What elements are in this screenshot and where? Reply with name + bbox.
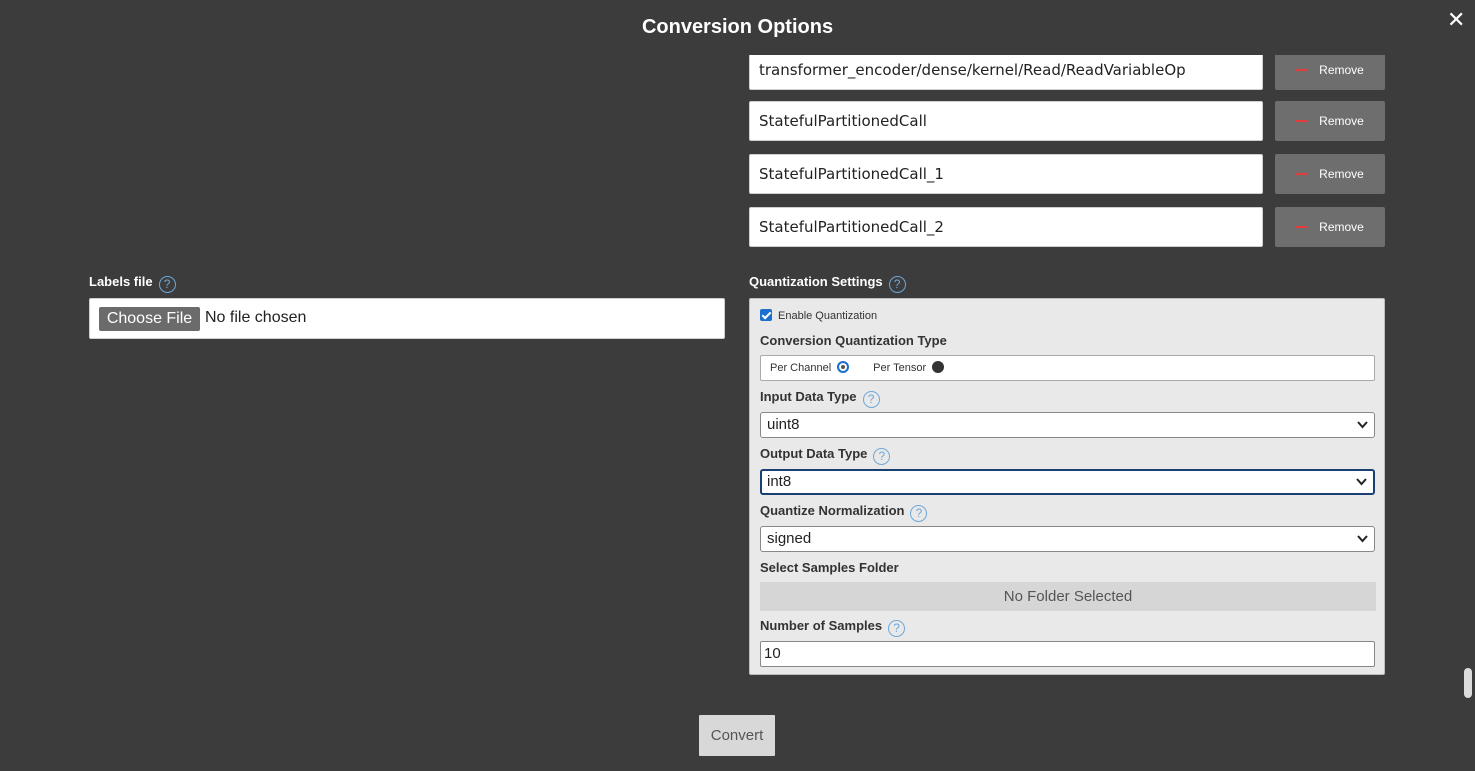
input-data-type-label: Input Data Type <box>760 389 857 404</box>
help-icon[interactable]: ? <box>873 448 891 465</box>
chevron-down-icon <box>1357 413 1368 437</box>
labels-file-input[interactable]: Choose File No file chosen <box>89 298 725 339</box>
remove-button[interactable]: Remove <box>1275 101 1385 141</box>
labels-file-label: Labels file <box>89 274 153 289</box>
quantization-settings-heading: Quantization Settings? <box>749 274 906 293</box>
help-icon[interactable]: ? <box>910 505 928 522</box>
quantization-type-label: Conversion Quantization Type <box>760 333 947 348</box>
conversion-options-dialog: Conversion Options ✕ transformer_encoder… <box>0 0 1475 771</box>
normalization-label: Quantize Normalization <box>760 503 905 518</box>
input-data-type-heading: Input Data Type? <box>760 389 880 408</box>
output-node-input[interactable]: StatefulPartitionedCall_2 <box>749 207 1263 247</box>
samples-folder-label: Select Samples Folder <box>760 560 899 575</box>
quantization-settings-label: Quantization Settings <box>749 274 883 289</box>
remove-button[interactable]: Remove <box>1275 154 1385 194</box>
input-data-type-value: uint8 <box>767 416 800 433</box>
output-data-type-label: Output Data Type <box>760 446 868 461</box>
convert-button[interactable]: Convert <box>699 715 775 756</box>
minus-icon <box>1296 68 1308 71</box>
remove-button-label: Remove <box>1319 63 1364 77</box>
remove-button[interactable]: Remove <box>1275 55 1385 90</box>
chevron-down-icon <box>1357 527 1368 551</box>
output-node-row: StatefulPartitionedCall Remove <box>749 101 1385 141</box>
minus-icon <box>1296 119 1308 122</box>
enable-quantization-checkbox[interactable] <box>760 309 772 321</box>
output-node-row: StatefulPartitionedCall_2 Remove <box>749 207 1385 247</box>
output-node-input[interactable]: StatefulPartitionedCall_1 <box>749 154 1263 194</box>
remove-button-label: Remove <box>1319 167 1364 181</box>
scrollbar-thumb[interactable] <box>1464 668 1472 698</box>
output-nodes-list: transformer_encoder/dense/kernel/Read/Re… <box>0 55 1475 255</box>
chevron-down-icon <box>1356 471 1367 493</box>
help-icon[interactable]: ? <box>862 391 880 408</box>
num-samples-input[interactable]: 10 <box>760 641 1375 667</box>
dialog-title: Conversion Options <box>641 16 834 38</box>
output-data-type-select[interactable]: int8 <box>760 469 1375 495</box>
remove-button-label: Remove <box>1319 114 1364 128</box>
output-node-input[interactable]: transformer_encoder/dense/kernel/Read/Re… <box>749 55 1263 90</box>
per-channel-label: Per Channel <box>770 362 832 374</box>
num-samples-heading: Number of Samples? <box>760 618 906 637</box>
per-tensor-label: Per Tensor <box>873 362 927 374</box>
quantization-settings-panel: Enable Quantization Conversion Quantizat… <box>749 298 1385 675</box>
minus-icon <box>1296 225 1308 228</box>
file-status: No file chosen <box>205 309 307 326</box>
help-icon[interactable]: ? <box>888 276 906 293</box>
quantization-type-group: Per Channel Per Tensor <box>760 355 1375 381</box>
normalization-value: signed <box>767 530 812 547</box>
input-data-type-select[interactable]: uint8 <box>760 412 1375 438</box>
enable-quantization-label: Enable Quantization <box>778 310 878 322</box>
choose-file-button[interactable]: Choose File <box>99 307 200 331</box>
output-data-type-heading: Output Data Type? <box>760 446 891 465</box>
output-node-row: transformer_encoder/dense/kernel/Read/Re… <box>749 55 1385 90</box>
normalization-select[interactable]: signed <box>760 526 1375 552</box>
normalization-heading: Quantize Normalization? <box>760 503 928 522</box>
help-icon[interactable]: ? <box>158 276 176 293</box>
labels-file-heading: Labels file? <box>89 274 176 293</box>
per-tensor-radio[interactable] <box>932 361 945 373</box>
samples-folder-picker[interactable]: No Folder Selected <box>760 582 1376 611</box>
minus-icon <box>1296 172 1308 175</box>
enable-quantization-row[interactable]: Enable Quantization <box>760 309 877 323</box>
output-node-input[interactable]: StatefulPartitionedCall <box>749 101 1263 141</box>
close-icon[interactable]: ✕ <box>1447 8 1465 32</box>
remove-button[interactable]: Remove <box>1275 207 1385 247</box>
output-data-type-value: int8 <box>767 473 792 490</box>
per-channel-radio[interactable] <box>837 361 850 373</box>
output-node-row: StatefulPartitionedCall_1 Remove <box>749 154 1385 194</box>
remove-button-label: Remove <box>1319 220 1364 234</box>
num-samples-label: Number of Samples <box>760 618 883 633</box>
help-icon[interactable]: ? <box>888 620 906 637</box>
